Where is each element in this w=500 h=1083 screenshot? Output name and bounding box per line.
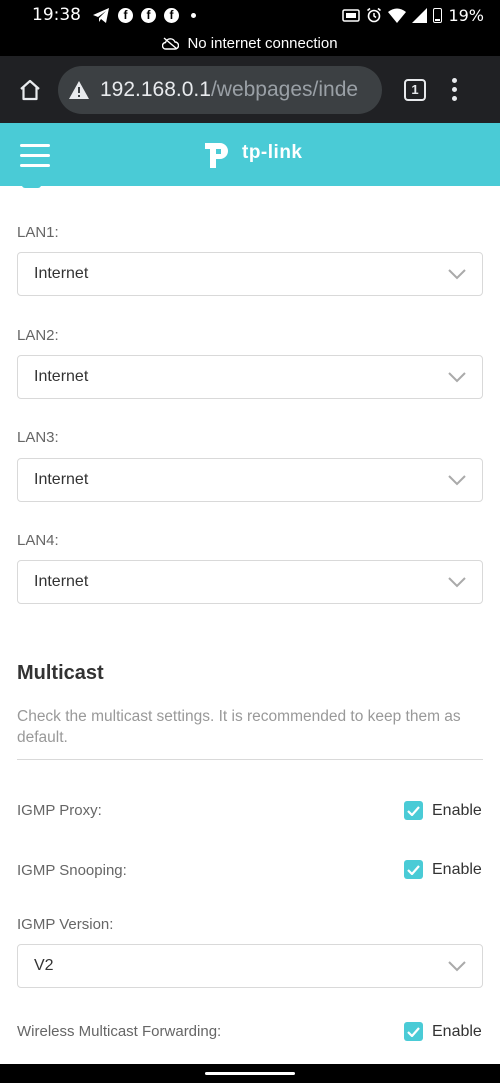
menu-dot-icon xyxy=(452,78,457,83)
multicast-description: Check the multicast settings. It is reco… xyxy=(17,708,461,746)
not-secure-warning-icon[interactable] xyxy=(68,80,90,100)
lan1-label: LAN1: xyxy=(17,224,59,241)
multicast-section-title: Multicast xyxy=(17,662,104,684)
tp-link-logo-icon xyxy=(205,143,228,168)
igmp-snooping-checkbox[interactable]: Enable xyxy=(404,860,482,879)
settings-content: LAN1: Internet LAN2: Internet LAN3: Inte… xyxy=(0,186,500,1064)
home-icon xyxy=(20,79,40,100)
offline-banner: No internet connection xyxy=(0,30,500,56)
checkbox-checked-icon[interactable] xyxy=(404,801,423,820)
home-gesture-handle[interactable] xyxy=(205,1072,295,1075)
battery-icon xyxy=(433,7,443,23)
alarm-icon xyxy=(367,7,382,23)
igmp-version-label: IGMP Version: xyxy=(17,916,114,933)
hamburger-line xyxy=(20,164,50,167)
browser-toolbar: 192.168.0.1/webpages/inde 1 xyxy=(0,56,500,123)
signal-icon xyxy=(412,7,428,23)
cloud-off-icon xyxy=(162,36,180,50)
lan2-select[interactable]: Internet xyxy=(17,355,483,399)
checkbox-partial[interactable] xyxy=(22,186,41,188)
tp-link-logo-text: tp-link xyxy=(242,142,303,163)
igmp-proxy-checkbox[interactable]: Enable xyxy=(404,801,482,820)
chevron-down-icon xyxy=(448,372,466,383)
lan1-select[interactable]: Internet xyxy=(17,252,483,296)
url-host: 192.168.0.1 xyxy=(100,77,211,101)
wifi-icon xyxy=(388,8,407,23)
url-bar[interactable]: 192.168.0.1/webpages/inde xyxy=(58,65,382,114)
url-path: /webpages/inde xyxy=(210,77,359,101)
igmp-proxy-label: IGMP Proxy: xyxy=(17,802,102,819)
menu-dot-icon xyxy=(452,87,457,92)
lan3-select[interactable]: Internet xyxy=(17,458,483,502)
lan2-label: LAN2: xyxy=(17,327,59,344)
lan1-value: Internet xyxy=(34,265,89,282)
checkbox-checked-icon[interactable] xyxy=(404,860,423,879)
lan4-select[interactable]: Internet xyxy=(17,560,483,604)
wireless-multicast-enable-label[interactable]: Enable xyxy=(432,1023,482,1041)
facebook-icon: f xyxy=(118,7,133,23)
lan2-value: Internet xyxy=(34,368,89,385)
facebook-icon: f xyxy=(164,7,179,23)
more-notifications-icon xyxy=(191,12,196,18)
chevron-down-icon xyxy=(448,269,466,280)
wireless-multicast-checkbox[interactable]: Enable xyxy=(404,1022,482,1041)
chevron-down-icon xyxy=(448,961,466,972)
home-button[interactable] xyxy=(10,70,50,110)
igmp-snooping-enable-label[interactable]: Enable xyxy=(432,861,482,879)
lan4-label: LAN4: xyxy=(17,532,59,549)
system-nav-bar xyxy=(0,1064,500,1083)
igmp-proxy-enable-label[interactable]: Enable xyxy=(432,802,482,820)
hamburger-line xyxy=(20,144,50,147)
hamburger-menu-button[interactable] xyxy=(20,144,50,167)
status-time: 19:38 xyxy=(32,5,81,25)
lan3-label: LAN3: xyxy=(17,429,59,446)
nfc-icon xyxy=(342,8,361,22)
section-divider xyxy=(17,759,483,760)
lan4-value: Internet xyxy=(34,573,89,590)
tab-switcher-button[interactable]: 1 xyxy=(404,78,426,101)
chevron-down-icon xyxy=(448,577,466,588)
offline-banner-text: No internet connection xyxy=(187,34,338,52)
lan3-value: Internet xyxy=(34,471,89,488)
tp-link-logo: tp-link xyxy=(200,135,303,171)
igmp-version-select[interactable]: V2 xyxy=(17,944,483,988)
facebook-icon: f xyxy=(141,7,156,23)
menu-dot-icon xyxy=(452,96,457,101)
igmp-snooping-label: IGMP Snooping: xyxy=(17,862,127,879)
hamburger-line xyxy=(20,154,50,157)
igmp-version-value: V2 xyxy=(34,957,54,974)
checkbox-checked-icon[interactable] xyxy=(404,1022,423,1041)
battery-percent: 19% xyxy=(448,5,484,25)
telegram-icon xyxy=(93,7,109,23)
chevron-down-icon xyxy=(448,475,466,486)
browser-menu-button[interactable] xyxy=(452,78,457,101)
wireless-multicast-label: Wireless Multicast Forwarding: xyxy=(17,1023,222,1040)
app-header: tp-link xyxy=(0,123,500,186)
status-bar: 19:38 f f f 19% xyxy=(0,0,500,30)
